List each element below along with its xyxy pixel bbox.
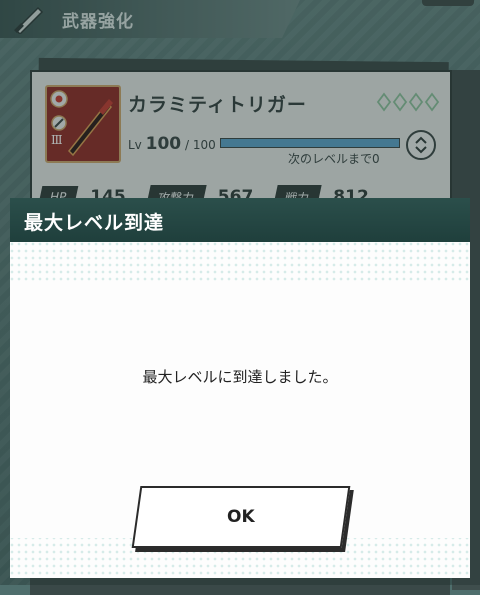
ok-button[interactable]: OK	[131, 486, 351, 548]
dialog-title: 最大レベル到達	[24, 212, 165, 234]
ok-button-label: OK	[227, 507, 255, 527]
dialog-header: 最大レベル到達	[10, 198, 470, 242]
dialog-message: 最大レベルに到達しました。	[142, 368, 338, 386]
